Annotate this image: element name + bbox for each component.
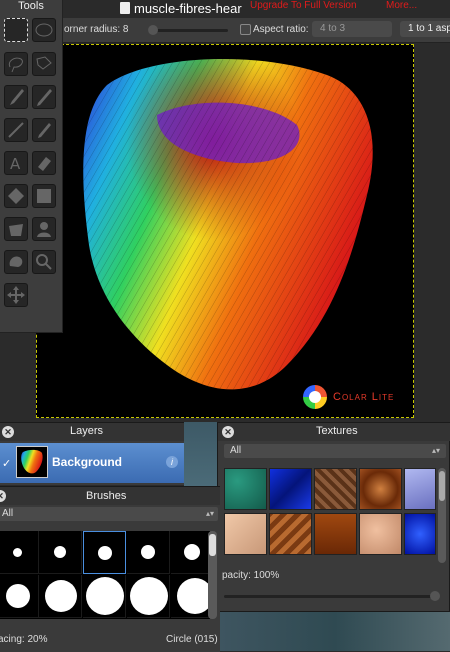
person-icon[interactable]	[32, 217, 56, 241]
texture-swatch[interactable]	[359, 513, 402, 555]
smudge-icon[interactable]	[4, 250, 28, 274]
move-icon[interactable]	[4, 283, 28, 307]
tools-panel: Tools A	[0, 0, 63, 333]
document-icon	[120, 2, 130, 14]
ellipse-select-icon[interactable]	[32, 18, 56, 42]
brush-cell[interactable]	[39, 575, 82, 618]
top-bar: muscle-fibres-hear Upgrade To Full Versi…	[0, 0, 450, 43]
texture-swatch[interactable]	[359, 468, 402, 510]
brushes-scrollbar-thumb[interactable]	[209, 534, 216, 556]
chevron-updown-icon: ▴▾	[431, 446, 440, 455]
opacity-label: pacity: 100%	[222, 570, 280, 581]
shape-icon[interactable]	[32, 184, 56, 208]
texture-swatch[interactable]	[314, 468, 357, 510]
line-icon[interactable]	[4, 118, 28, 142]
brush-filter-select[interactable]: All ▴▾	[0, 507, 218, 521]
texture-swatch[interactable]	[269, 513, 312, 555]
stamp-icon[interactable]	[4, 217, 28, 241]
brush-cell[interactable]	[127, 531, 170, 574]
watermark-text: Colar Lite	[333, 391, 395, 403]
corner-radius-slider-knob[interactable]	[148, 25, 158, 35]
corner-radius-label: orner radius: 8	[64, 24, 129, 35]
fill-icon[interactable]	[4, 184, 28, 208]
close-icon[interactable]: ✕	[222, 426, 234, 438]
upgrade-link[interactable]: Upgrade To Full Version	[250, 0, 357, 11]
texture-filter-select[interactable]: All ▴▾	[224, 444, 446, 458]
colar-logo-icon	[303, 385, 327, 409]
opacity-slider-knob[interactable]	[430, 591, 440, 601]
layers-title: Layers	[70, 425, 104, 437]
brushes-title: Brushes	[86, 490, 127, 502]
layer-thumbnail	[16, 446, 48, 478]
brush-cell-selected[interactable]	[83, 531, 126, 574]
brush-filter-value: All	[2, 508, 14, 519]
texture-swatch[interactable]	[224, 513, 267, 555]
spacing-label: acing: 20%	[0, 634, 48, 645]
aspect-ratio-label: Aspect ratio:	[253, 24, 309, 35]
textures-panel: ✕ Textures All ▴▾ pacity: 100%	[217, 422, 450, 612]
brush-icon[interactable]	[4, 85, 28, 109]
heart-fibres-image	[83, 58, 373, 390]
svg-text:A: A	[10, 155, 21, 173]
texture-swatch[interactable]	[404, 468, 436, 510]
lasso-icon[interactable]	[4, 52, 28, 76]
more-link[interactable]: More...	[386, 0, 417, 11]
desktop-background	[220, 612, 450, 651]
brush-cell[interactable]	[83, 575, 126, 618]
document-title: muscle-fibres-hear	[134, 1, 242, 16]
visibility-check-icon[interactable]: ✓	[2, 457, 11, 470]
tools-title: Tools	[18, 0, 44, 12]
brush-grid	[0, 531, 214, 619]
texture-filter-value: All	[230, 445, 242, 456]
chevron-updown-icon: ▴▾	[205, 509, 214, 518]
brush-cell[interactable]	[39, 531, 82, 574]
texture-swatch[interactable]	[269, 468, 312, 510]
layer-info-icon[interactable]: i	[166, 456, 178, 468]
brush-cell[interactable]	[127, 575, 170, 618]
layer-name: Background	[52, 455, 123, 469]
eraser-icon[interactable]	[32, 151, 56, 175]
layer-row[interactable]: ✓ Background i	[0, 443, 184, 483]
texture-swatch[interactable]	[404, 513, 436, 555]
layers-panel: ✕ Layers ✓ Background i	[0, 422, 184, 485]
brush-cell[interactable]	[0, 531, 39, 574]
image-canvas[interactable]: Colar Lite	[36, 44, 414, 418]
corner-radius-slider[interactable]	[148, 29, 228, 32]
magnifier-icon[interactable]	[32, 250, 56, 274]
brushes-panel: ✕ Brushes All▴▾ acing: 20% Circle (015)	[0, 486, 220, 652]
close-icon[interactable]: ✕	[2, 426, 14, 438]
pencil-icon[interactable]	[32, 85, 56, 109]
pen-icon[interactable]	[32, 118, 56, 142]
aspect-ratio-checkbox[interactable]	[240, 24, 251, 35]
desktop-background	[184, 422, 217, 486]
textures-scrollbar-thumb[interactable]	[439, 471, 445, 501]
brush-name: Circle (015)	[166, 634, 218, 645]
opacity-slider[interactable]	[224, 595, 438, 598]
text-icon[interactable]: A	[4, 151, 28, 175]
texture-swatch[interactable]	[224, 468, 267, 510]
textures-title: Textures	[316, 425, 358, 437]
texture-swatch[interactable]	[314, 513, 357, 555]
aspect-ratio-select[interactable]: 4 to 3	[312, 21, 392, 37]
poly-lasso-icon[interactable]	[32, 52, 56, 76]
brush-cell[interactable]	[0, 575, 39, 618]
rect-select-icon[interactable]	[4, 18, 28, 42]
aspect-preset-select[interactable]: 1 to 1 asp	[400, 21, 450, 37]
